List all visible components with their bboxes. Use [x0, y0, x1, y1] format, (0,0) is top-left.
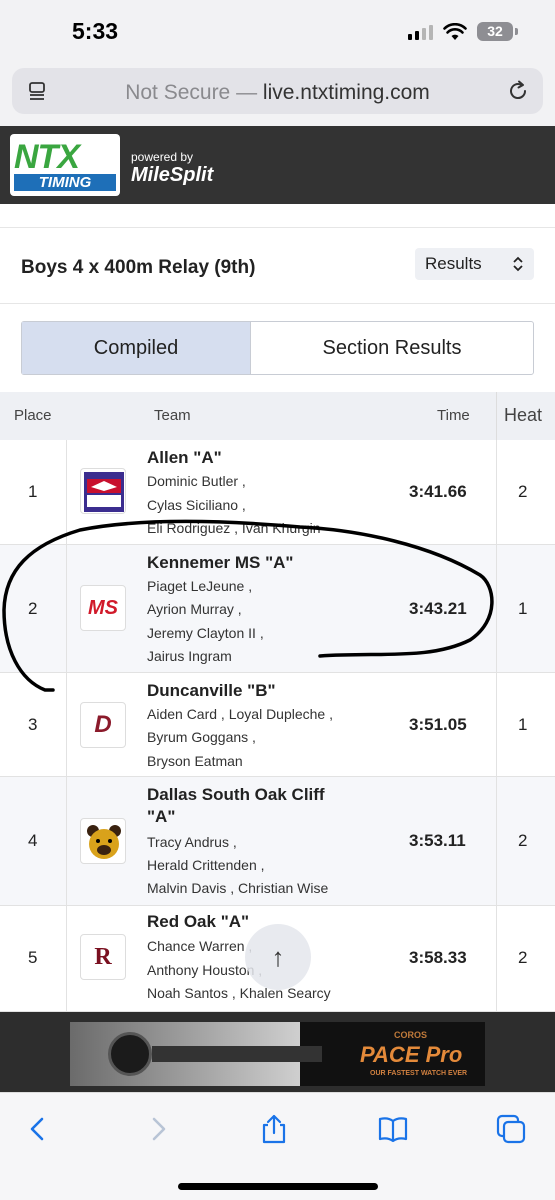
- row-time: 3:41.66: [409, 482, 467, 501]
- row-time: 3:51.05: [409, 715, 467, 734]
- table-row[interactable]: 4 Dallas South Oak Cliff "A" Tracy Andru…: [0, 777, 555, 906]
- row-athlete: Jairus Ingram: [147, 648, 232, 664]
- row-athlete: Bryson Eatman: [147, 753, 243, 769]
- home-indicator: [178, 1183, 378, 1190]
- url-text[interactable]: Not Secure — live.ntxtiming.com: [12, 81, 543, 105]
- row-heat: 2: [518, 831, 528, 850]
- powered-by-label: powered by: [131, 150, 194, 164]
- row-place: 5: [28, 948, 38, 967]
- row-athlete: Herald Crittenden ,: [147, 857, 265, 873]
- ad-banner-area: COROS PACE Pro OUR FASTEST WATCH EVER: [0, 1012, 555, 1092]
- row-team[interactable]: Red Oak "A": [147, 912, 249, 932]
- row-heat: 1: [518, 715, 528, 734]
- bookmarks-icon[interactable]: [377, 1113, 409, 1145]
- row-heat: 2: [518, 948, 528, 967]
- ro-logo-text: R: [94, 943, 112, 970]
- row-athlete: Cylas Siciliano ,: [147, 497, 246, 513]
- results-select-value: Results: [425, 254, 482, 273]
- table-row[interactable]: 3 D Duncanville "B" Aiden Card , Loyal D…: [0, 673, 555, 777]
- results-table-header: Place Team Time Heat: [0, 392, 555, 440]
- panther-logo: D: [80, 702, 126, 748]
- tabs-icon[interactable]: [495, 1113, 527, 1145]
- row-athlete: Ayrion Murray ,: [147, 601, 242, 617]
- scroll-to-top-button[interactable]: ↑: [245, 924, 311, 990]
- panther-logo-text: D: [94, 711, 112, 738]
- results-select[interactable]: Results: [415, 248, 534, 280]
- row-athlete: Noah Santos , Khalen Searcy: [147, 985, 331, 1001]
- url-separator: —: [230, 81, 263, 104]
- browser-chrome: Not Secure — live.ntxtiming.com: [0, 62, 555, 126]
- row-athlete: Dominic Butler ,: [147, 473, 246, 489]
- coros-ad[interactable]: COROS PACE Pro OUR FASTEST WATCH EVER: [70, 1022, 485, 1086]
- row-athlete: Jeremy Clayton II ,: [147, 625, 264, 641]
- header-team: Team: [154, 407, 191, 424]
- bear-logo: [80, 818, 126, 864]
- row-place: 2: [28, 599, 38, 618]
- row-athlete: Malvin Davis , Christian Wise: [147, 880, 329, 896]
- row-team[interactable]: Allen "A": [147, 448, 222, 468]
- ro-logo: R: [80, 934, 126, 980]
- signal-icon: [408, 24, 433, 40]
- not-secure-label: Not Secure: [125, 81, 231, 104]
- row-time: 3:53.11: [409, 831, 466, 850]
- status-icons: 32: [408, 22, 518, 41]
- row-place: 1: [28, 482, 38, 501]
- watch-image: [108, 1032, 152, 1076]
- row-team[interactable]: Duncanville "B": [147, 681, 276, 701]
- row-time: 3:43.21: [409, 599, 467, 618]
- event-title: Boys 4 x 400m Relay (9th): [21, 257, 256, 278]
- share-icon[interactable]: [258, 1113, 290, 1145]
- row-athlete: Tracy Andrus ,: [147, 834, 237, 850]
- forward-icon[interactable]: [142, 1113, 174, 1145]
- tab-section-results[interactable]: Section Results: [251, 322, 533, 374]
- ntx-timing-logo[interactable]: NTX TIMING: [10, 134, 120, 196]
- header-time: Time: [437, 407, 470, 424]
- row-heat: 1: [518, 599, 528, 618]
- results-tabs: Compiled Section Results: [21, 321, 534, 375]
- status-time: 5:33: [72, 18, 119, 44]
- status-bar: 5:33 32: [0, 0, 555, 62]
- ms-logo: MS: [80, 585, 126, 631]
- row-time: 3:58.33: [409, 948, 467, 967]
- row-team[interactable]: Dallas South Oak Cliff: [147, 785, 325, 805]
- spacer: [0, 204, 555, 228]
- row-athlete: Piaget LeJeune ,: [147, 578, 253, 594]
- back-icon[interactable]: [22, 1113, 54, 1145]
- eagles-logo: [80, 468, 126, 514]
- header-place: Place: [14, 407, 52, 424]
- ad-product: PACE Pro: [360, 1042, 463, 1067]
- row-athlete: Aiden Card , Loyal Dupleche ,: [147, 706, 333, 722]
- chevron-updown-icon: [513, 256, 523, 272]
- arrow-up-icon: ↑: [271, 941, 285, 972]
- url-domain: live.ntxtiming.com: [262, 81, 430, 104]
- row-place: 3: [28, 715, 38, 734]
- tab-compiled[interactable]: Compiled: [22, 322, 251, 374]
- ms-logo-text: MS: [88, 596, 118, 619]
- table-row[interactable]: 2 MS Kennemer MS "A" Piaget LeJeune , Ay…: [0, 545, 555, 673]
- header-heat: Heat: [504, 405, 543, 425]
- event-header: Boys 4 x 400m Relay (9th) Results: [0, 228, 555, 304]
- reload-icon[interactable]: [507, 80, 529, 102]
- site-header: NTX TIMING powered by MileSplit: [0, 126, 555, 204]
- row-place: 4: [28, 831, 38, 850]
- wifi-icon: [443, 22, 467, 40]
- row-team[interactable]: Kennemer MS "A": [147, 553, 293, 573]
- address-bar[interactable]: Not Secure — live.ntxtiming.com: [12, 68, 543, 114]
- ad-tagline: OUR FASTEST WATCH EVER: [370, 1070, 468, 1077]
- row-athlete: Byrum Goggans ,: [147, 729, 256, 745]
- table-row[interactable]: 1 Allen "A" Dominic Butler , Cylas Sicil…: [0, 440, 555, 545]
- row-team-line2: "A": [147, 807, 176, 826]
- logo-ntx-text: NTX: [14, 138, 80, 176]
- ad-brand: COROS: [394, 1030, 428, 1040]
- row-athlete: Eli Rodriguez , Ivan Khurgin: [147, 520, 321, 536]
- row-heat: 2: [518, 482, 528, 501]
- row-athlete: Chance Warren ,: [147, 938, 253, 954]
- milesplit-logo[interactable]: MileSplit: [131, 164, 213, 187]
- battery-icon: 32: [477, 22, 518, 41]
- logo-timing-text: TIMING: [14, 174, 116, 191]
